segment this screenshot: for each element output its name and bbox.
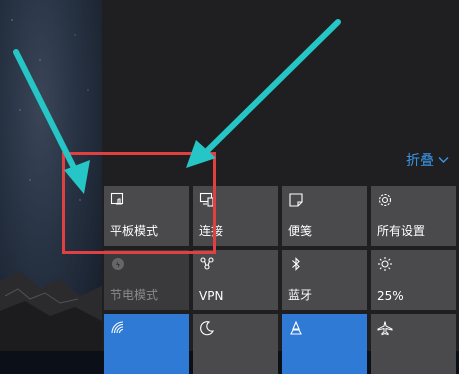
location-icon — [288, 320, 304, 336]
tile-label: 便笺 — [288, 224, 313, 238]
tile-all-settings[interactable]: 所有设置 — [371, 186, 456, 246]
bluetooth-icon — [288, 256, 304, 272]
tile-airplane-mode[interactable] — [371, 314, 456, 374]
tile-label: 25% — [377, 289, 404, 303]
collapse-button[interactable]: 折叠 — [406, 150, 449, 170]
tile-label: VPN — [199, 289, 224, 303]
airplane-icon — [377, 320, 393, 336]
tile-connect[interactable]: 连接 — [193, 186, 278, 246]
tile-label: 平板模式 — [110, 224, 159, 238]
tile-label: 连接 — [199, 224, 224, 238]
tile-note[interactable]: 便笺 — [282, 186, 367, 246]
tile-label: 所有设置 — [377, 224, 426, 238]
tile-label: 节电模式 — [110, 288, 159, 302]
chevron-down-icon — [438, 157, 449, 163]
tablet-mode-icon — [110, 192, 126, 208]
tile-battery-saver[interactable]: 节电模式 — [104, 250, 189, 310]
tile-vpn[interactable]: VPN — [193, 250, 278, 310]
tile-wifi[interactable] — [104, 314, 189, 374]
collapse-label: 折叠 — [406, 153, 434, 169]
tile-location[interactable] — [282, 314, 367, 374]
tile-focus-assist[interactable] — [193, 314, 278, 374]
wifi-icon — [110, 320, 126, 336]
connect-icon — [199, 192, 215, 208]
desktop-wallpaper — [0, 0, 102, 351]
brightness-icon — [377, 256, 393, 272]
note-icon — [288, 192, 304, 208]
vpn-icon — [199, 256, 215, 272]
gear-icon — [377, 192, 393, 208]
tile-tablet-mode[interactable]: 平板模式 — [104, 186, 189, 246]
mountain-silhouette — [0, 271, 102, 351]
tile-label: 蓝牙 — [288, 288, 313, 302]
battery-saver-icon — [110, 256, 126, 272]
tile-brightness[interactable]: 25% — [371, 250, 456, 310]
tile-bluetooth[interactable]: 蓝牙 — [282, 250, 367, 310]
moon-icon — [199, 320, 215, 336]
